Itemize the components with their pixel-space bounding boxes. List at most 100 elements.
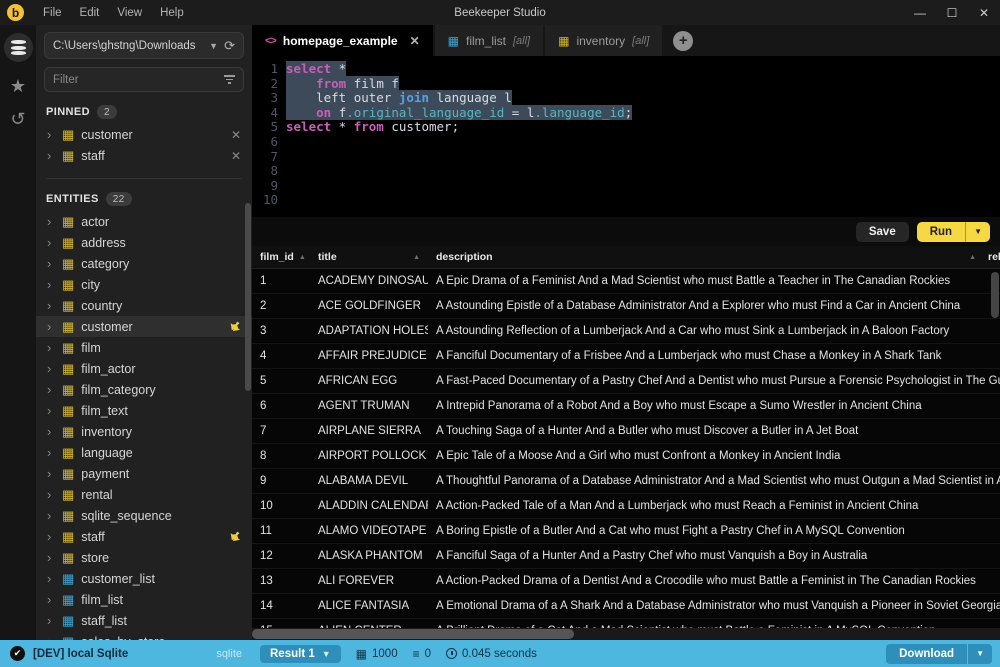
save-button[interactable]: Save <box>856 222 909 242</box>
sidebar-item-staff_list[interactable]: ›▦staff_list <box>36 610 252 631</box>
table-row[interactable]: 11ALAMO VIDEOTAPEA Boring Epistle of a B… <box>252 519 1000 544</box>
cell-description[interactable]: A Intrepid Panorama of a Robot And a Boy… <box>428 400 1000 412</box>
cell-description[interactable]: A Astounding Reflection of a Lumberjack … <box>428 325 1000 337</box>
table-row[interactable]: 10ALADDIN CALENDARA Action-Packed Tale o… <box>252 494 1000 519</box>
sidebar-item-sales_by_store[interactable]: ›▦sales_by_store <box>36 631 252 640</box>
table-row[interactable]: 1ACADEMY DINOSAURA Epic Drama of a Femin… <box>252 269 1000 294</box>
sidebar-item-film_actor[interactable]: ›▦film_actor <box>36 358 252 379</box>
cell-description[interactable]: A Boring Epistle of a Butler And a Cat w… <box>428 525 1000 537</box>
pin-icon[interactable] <box>227 318 244 335</box>
filter-input[interactable] <box>53 74 224 86</box>
sidebar-item-city[interactable]: ›▦city <box>36 274 252 295</box>
table-row[interactable]: 9ALABAMA DEVILA Thoughtful Panorama of a… <box>252 469 1000 494</box>
cell-title[interactable]: ADAPTATION HOLES <box>310 325 428 337</box>
chevron-right-icon[interactable]: › <box>47 128 55 141</box>
maximize-button[interactable]: ☐ <box>936 6 968 20</box>
minimize-button[interactable]: — <box>904 6 936 20</box>
cell-description[interactable]: A Thoughtful Panorama of a Database Admi… <box>428 475 1000 487</box>
sidebar-item-film_list[interactable]: ›▦film_list <box>36 589 252 610</box>
cell-title[interactable]: AGENT TRUMAN <box>310 400 428 412</box>
cell-title[interactable]: ACE GOLDFINGER <box>310 300 428 312</box>
table-row[interactable]: 4AFFAIR PREJUDICEA Fanciful Documentary … <box>252 344 1000 369</box>
sort-icon[interactable]: ▲ <box>299 254 306 261</box>
cell-film-id[interactable]: 6 <box>252 400 310 412</box>
chevron-right-icon[interactable]: › <box>47 551 55 564</box>
unpin-icon[interactable]: ✕ <box>231 128 241 142</box>
table-row[interactable]: 13ALI FOREVERA Action-Packed Drama of a … <box>252 569 1000 594</box>
cell-film-id[interactable]: 8 <box>252 450 310 462</box>
cell-film-id[interactable]: 14 <box>252 600 310 612</box>
cell-description[interactable]: A Astounding Epistle of a Database Admin… <box>428 300 1000 312</box>
cell-title[interactable]: AIRPLANE SIERRA <box>310 425 428 437</box>
chevron-right-icon[interactable]: › <box>47 215 55 228</box>
run-button-label[interactable]: Run <box>917 222 966 242</box>
unpin-icon[interactable]: ✕ <box>231 149 241 163</box>
chevron-right-icon[interactable]: › <box>47 593 55 606</box>
pinned-item-staff[interactable]: ›▦staff✕ <box>36 145 252 166</box>
cell-title[interactable]: ALAMO VIDEOTAPE <box>310 525 428 537</box>
table-row[interactable]: 12ALASKA PHANTOMA Fanciful Saga of a Hun… <box>252 544 1000 569</box>
chevron-right-icon[interactable]: › <box>47 509 55 522</box>
chevron-right-icon[interactable]: › <box>47 404 55 417</box>
chevron-right-icon[interactable]: › <box>47 446 55 459</box>
cell-description[interactable]: A Fanciful Documentary of a Frisbee And … <box>428 350 1000 362</box>
tab-homepage-example[interactable]: <> homepage_example ✕ <box>252 25 433 56</box>
chevron-right-icon[interactable]: › <box>47 383 55 396</box>
pinned-item-customer[interactable]: ›▦customer✕ <box>36 124 252 145</box>
cell-description[interactable]: A Fast-Paced Documentary of a Pastry Che… <box>428 375 1000 387</box>
new-tab-button[interactable]: + <box>673 31 693 51</box>
cell-title[interactable]: ALABAMA DEVIL <box>310 475 428 487</box>
chevron-right-icon[interactable]: › <box>47 530 55 543</box>
chevron-right-icon[interactable]: › <box>47 257 55 270</box>
cell-title[interactable]: ALICE FANTASIA <box>310 600 428 612</box>
sidebar-item-address[interactable]: ›▦address <box>36 232 252 253</box>
sidebar-item-inventory[interactable]: ›▦inventory <box>36 421 252 442</box>
menu-help[interactable]: Help <box>151 7 193 19</box>
download-button-label[interactable]: Download <box>886 644 967 664</box>
chevron-right-icon[interactable]: › <box>47 425 55 438</box>
sql-editor[interactable]: 12345678910 select * from film f left ou… <box>252 56 1000 217</box>
cell-description[interactable]: A Action-Packed Drama of a Dentist And a… <box>428 575 1000 587</box>
table-row[interactable]: 3ADAPTATION HOLESA Astounding Reflection… <box>252 319 1000 344</box>
horizontal-scrollbar-track[interactable] <box>252 628 1000 640</box>
sidebar-item-category[interactable]: ›▦category <box>36 253 252 274</box>
table-row[interactable]: 14ALICE FANTASIAA Emotional Drama of a A… <box>252 594 1000 619</box>
chevron-right-icon[interactable]: › <box>47 614 55 627</box>
sidebar-item-film[interactable]: ›▦film <box>36 337 252 358</box>
cell-film-id[interactable]: 13 <box>252 575 310 587</box>
cell-film-id[interactable]: 5 <box>252 375 310 387</box>
status-connection[interactable]: ✔ [DEV] local Sqlite sqlite <box>0 646 252 661</box>
download-dropdown-caret-icon[interactable]: ▼ <box>967 644 992 664</box>
chevron-right-icon[interactable]: › <box>47 341 55 354</box>
cell-title[interactable]: ALI FOREVER <box>310 575 428 587</box>
chevron-right-icon[interactable]: › <box>47 299 55 312</box>
database-icon[interactable] <box>4 33 33 62</box>
sidebar-item-actor[interactable]: ›▦actor <box>36 211 252 232</box>
menu-file[interactable]: File <box>34 7 71 19</box>
chevron-right-icon[interactable]: › <box>47 236 55 249</box>
cell-film-id[interactable]: 3 <box>252 325 310 337</box>
tab-inventory[interactable]: ▦ inventory [all] <box>545 25 662 56</box>
table-row[interactable]: 5AFRICAN EGGA Fast-Paced Documentary of … <box>252 369 1000 394</box>
cell-description[interactable]: A Fanciful Saga of a Hunter And a Pastry… <box>428 550 1000 562</box>
column-header-title[interactable]: title ▲ <box>310 246 428 268</box>
cell-description[interactable]: A Touching Saga of a Hunter And a Butler… <box>428 425 1000 437</box>
sidebar-item-store[interactable]: ›▦store <box>36 547 252 568</box>
tab-close-icon[interactable]: ✕ <box>410 34 420 48</box>
cell-title[interactable]: AIRPORT POLLOCK <box>310 450 428 462</box>
cell-film-id[interactable]: 10 <box>252 500 310 512</box>
sidebar-item-sqlite_sequence[interactable]: ›▦sqlite_sequence <box>36 505 252 526</box>
column-header-release-year[interactable]: release_year <box>984 246 1000 268</box>
result-selector[interactable]: Result 1 ▼ <box>260 645 341 663</box>
sidebar-item-staff[interactable]: ›▦staff <box>36 526 252 547</box>
chevron-right-icon[interactable]: › <box>47 278 55 291</box>
chevron-right-icon[interactable]: › <box>47 149 55 162</box>
chevron-right-icon[interactable]: › <box>47 362 55 375</box>
run-dropdown-caret-icon[interactable]: ▼ <box>966 222 990 242</box>
table-row[interactable]: 8AIRPORT POLLOCKA Epic Tale of a Moose A… <box>252 444 1000 469</box>
cell-film-id[interactable]: 11 <box>252 525 310 537</box>
sidebar-item-customer[interactable]: ›▦customer <box>36 316 252 337</box>
menu-view[interactable]: View <box>108 7 151 19</box>
cell-title[interactable]: ALASKA PHANTOM <box>310 550 428 562</box>
cell-film-id[interactable]: 7 <box>252 425 310 437</box>
